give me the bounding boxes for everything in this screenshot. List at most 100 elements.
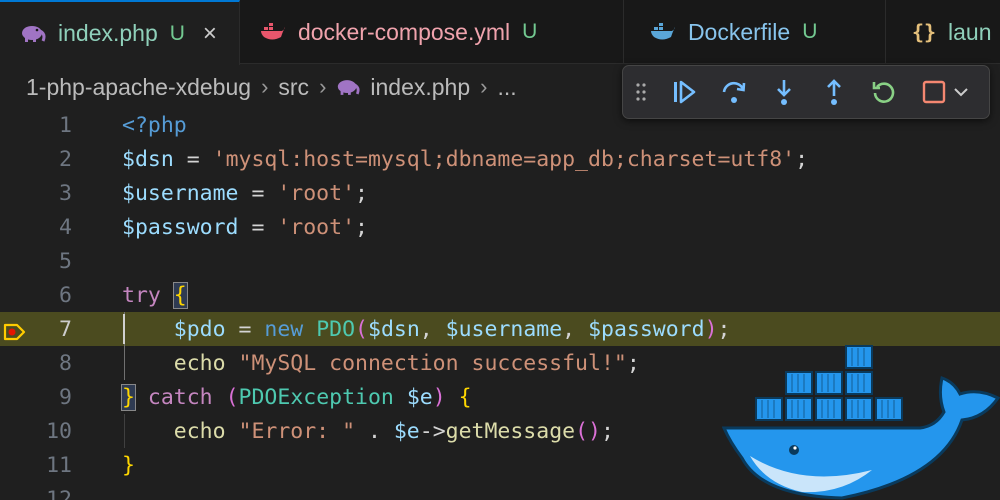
breakpoint-current-frame-icon[interactable] <box>3 323 27 346</box>
code-token: { <box>172 281 188 309</box>
code-token: echo <box>173 418 226 444</box>
stop-icon <box>922 80 946 104</box>
indent-guide <box>124 414 125 448</box>
code-token: ( <box>225 384 239 410</box>
untracked-badge: U <box>802 20 818 43</box>
tab-label: docker-compose.yml <box>297 18 511 45</box>
line-number[interactable]: 7 <box>20 317 72 342</box>
code-token: , <box>419 316 446 342</box>
code-text: } catch (PDOException $e) { <box>121 383 472 411</box>
code-token: 'root' <box>277 214 356 240</box>
tab-label: index.php <box>58 20 158 46</box>
code-token: "Error: " <box>238 418 356 444</box>
code-token: ; <box>355 180 368 206</box>
line-number[interactable]: 2 <box>20 147 72 172</box>
code-token: = <box>225 316 265 342</box>
code-token: echo <box>173 350 226 376</box>
breadcrumb-folder[interactable]: 1-php-apache-xdebug <box>26 74 251 101</box>
code-token: <?php <box>122 112 187 138</box>
line-number[interactable]: 4 <box>20 215 72 240</box>
code-token: PDOException <box>238 384 394 410</box>
code-token: $e <box>406 384 433 410</box>
code-token: "MySQL connection successful!" <box>238 350 627 376</box>
line-number[interactable]: 9 <box>20 385 72 410</box>
line-number[interactable]: 5 <box>20 249 72 274</box>
code-line[interactable]: 2 $dsn = 'mysql:host=mysql;dbname=app_db;… <box>0 142 1000 176</box>
code-token: . <box>355 418 394 444</box>
code-text: $dsn = 'mysql:host=mysql;dbname=app_db;c… <box>122 147 808 172</box>
code-text: echo "MySQL connection successful!"; <box>122 351 640 376</box>
php-elephant-icon <box>20 23 46 45</box>
code-token: ; <box>626 350 640 376</box>
code-text: $pdo = new PDO($dsn, $username, $passwor… <box>122 316 731 342</box>
text-cursor <box>123 314 125 344</box>
line-number[interactable]: 10 <box>20 419 72 444</box>
docker-whale-icon <box>260 21 286 43</box>
docker-whale-icon <box>650 21 676 43</box>
code-token: getMessage <box>445 418 576 444</box>
code-token: { <box>458 384 472 410</box>
line-number[interactable]: 11 <box>20 453 72 478</box>
code-line[interactable]: 6 try { <box>0 278 1000 312</box>
line-number[interactable]: 6 <box>20 283 72 308</box>
close-icon[interactable]: × <box>203 20 217 48</box>
line-number[interactable]: 12 <box>20 487 72 500</box>
code-token: ( <box>355 316 368 342</box>
untracked-badge: U <box>169 21 185 45</box>
code-text: } <box>122 453 135 478</box>
editor-window: index.php U × docker-compose.yml U Docke… <box>0 0 1000 500</box>
code-token: $pdo <box>173 316 226 342</box>
code-token: 'mysql:host=mysql;dbname=app_db;charset=… <box>212 146 796 172</box>
breadcrumb-folder[interactable]: src <box>278 74 309 101</box>
php-elephant-icon <box>336 78 360 97</box>
code-token: $password <box>588 316 705 342</box>
chevron-right-icon: › <box>261 74 269 99</box>
tab-index-php[interactable]: index.php U × <box>0 0 240 65</box>
line-number[interactable]: 1 <box>20 113 72 138</box>
code-text: try { <box>122 281 188 309</box>
chevron-right-icon: › <box>319 74 327 99</box>
code-token: } <box>121 383 136 411</box>
code-token: catch <box>147 384 213 410</box>
code-line[interactable]: 5 <box>0 244 1000 278</box>
step-into-icon <box>777 80 791 105</box>
code-text: echo "Error: " . $e->getMessage(); <box>122 419 614 444</box>
breadcrumb-symbols[interactable]: ... <box>497 74 516 101</box>
tab-launch-json[interactable]: {} laun <box>886 0 1000 64</box>
code-token: $e <box>393 418 420 444</box>
code-token: = <box>238 180 278 206</box>
code-text: <?php <box>122 113 187 138</box>
continue-icon <box>674 80 696 104</box>
code-token: , <box>562 316 589 342</box>
code-token: $username <box>445 316 563 342</box>
code-token: = <box>238 214 278 240</box>
tab-docker-compose[interactable]: docker-compose.yml U <box>240 0 624 64</box>
tab-dockerfile[interactable]: Dockerfile U <box>624 0 886 64</box>
chevron-down-icon <box>954 88 968 97</box>
code-line[interactable]: 3 $username = 'root'; <box>0 176 1000 210</box>
code-line[interactable]: 1 <?php <box>0 108 1000 142</box>
code-text: $username = 'root'; <box>122 181 368 206</box>
code-token: = <box>173 146 213 172</box>
code-line[interactable]: 4 $password = 'root'; <box>0 210 1000 244</box>
chevron-right-icon: › <box>480 74 488 99</box>
json-braces-icon: {} <box>911 20 937 44</box>
code-token: PDO <box>316 316 356 342</box>
restart-icon <box>872 82 895 103</box>
code-token: () <box>575 418 601 444</box>
line-number[interactable]: 3 <box>20 181 72 206</box>
breadcrumb-file[interactable]: index.php <box>370 74 470 101</box>
code-token: 'root' <box>277 180 356 206</box>
code-token: -> <box>419 418 446 444</box>
code-token: ; <box>795 146 809 172</box>
line-number[interactable]: 8 <box>20 351 72 376</box>
code-token: ) <box>432 384 446 410</box>
step-out-icon <box>827 79 841 105</box>
